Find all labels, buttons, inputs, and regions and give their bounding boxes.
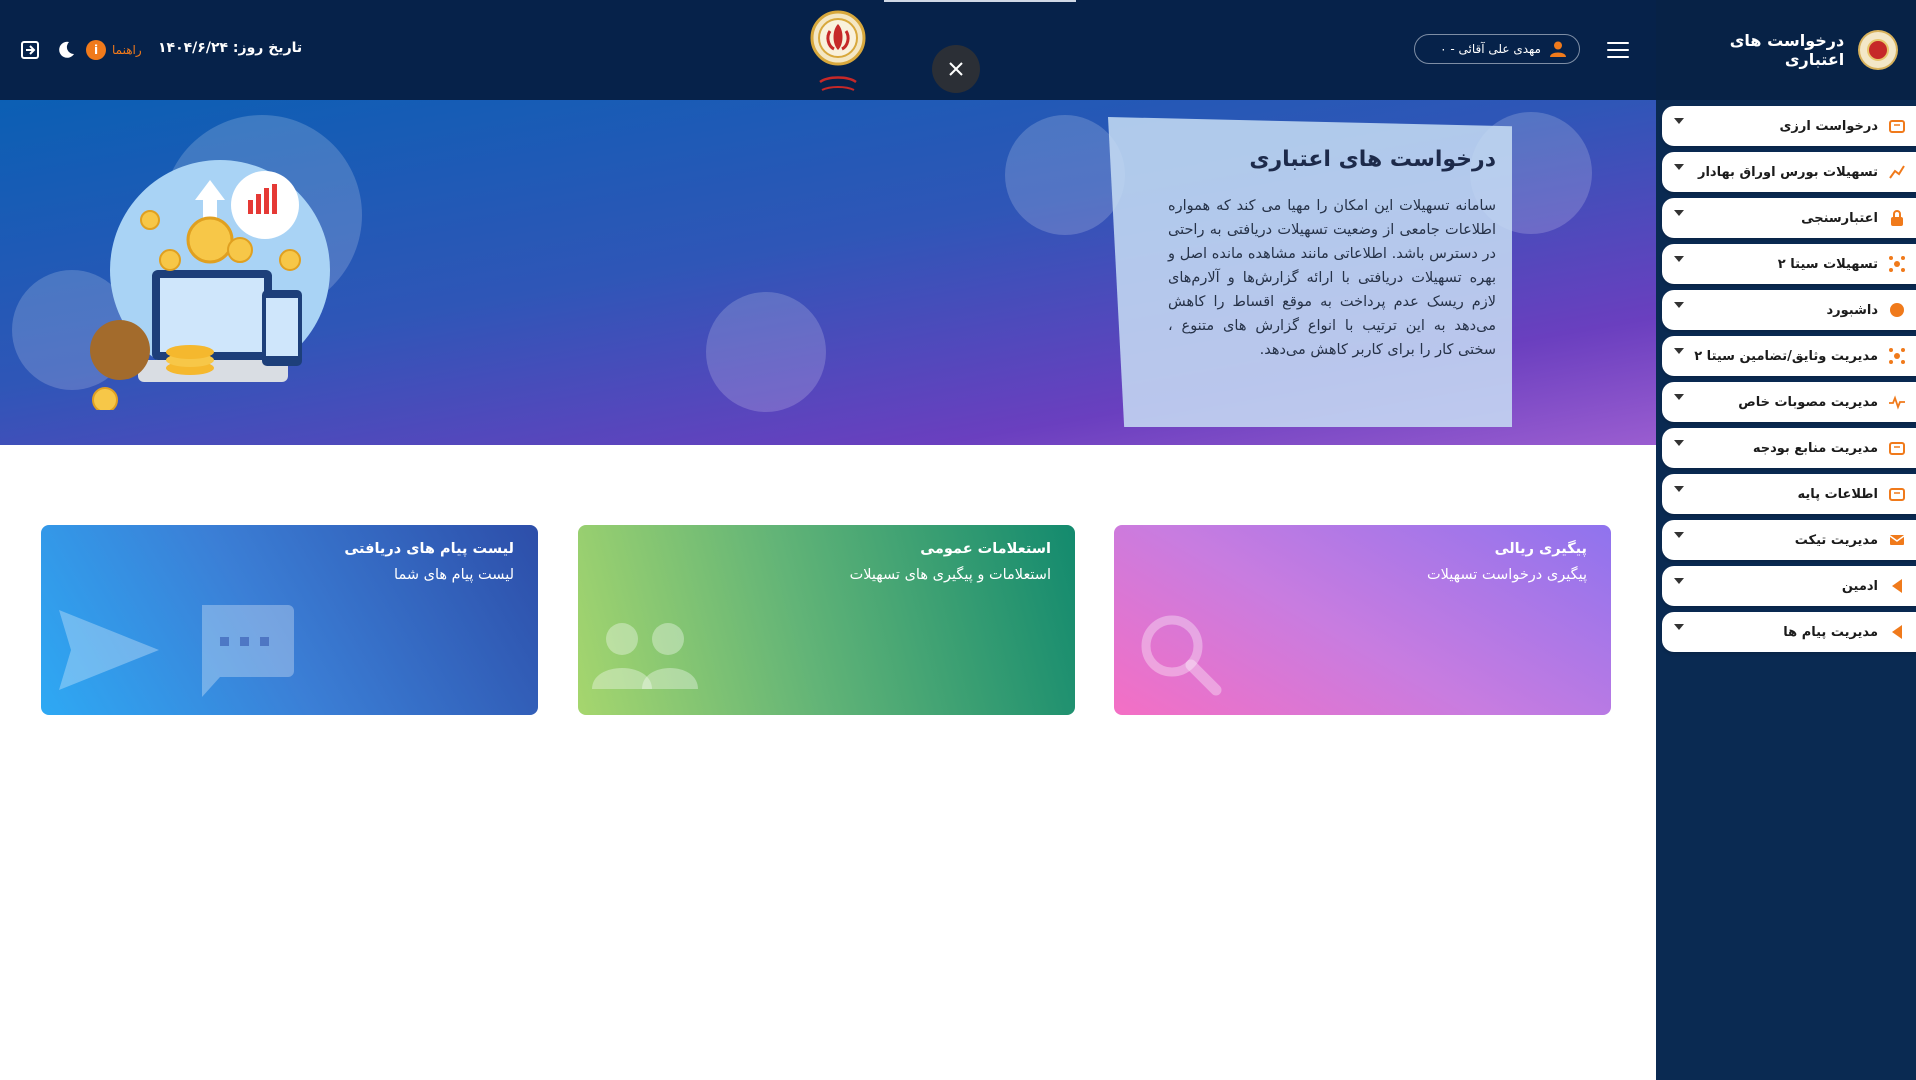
info-icon: i <box>86 40 106 60</box>
ticket-icon <box>1889 535 1905 545</box>
date-value: ۱۴۰۴/۶/۲۴ <box>158 40 229 56</box>
chevron-down-icon[interactable] <box>1674 394 1684 400</box>
network-icon <box>1889 348 1905 364</box>
sidebar-item-message-management[interactable]: مدیریت پیام ها <box>1662 612 1916 652</box>
bank-logo-icon <box>810 10 866 91</box>
sidebar-item-stock-facilities[interactable]: تسهیلات بورس اوراق بهادار <box>1662 152 1916 192</box>
sidebar-item-label: داشبورد <box>1826 302 1878 318</box>
search-icon <box>1141 615 1222 696</box>
chevron-down-icon[interactable] <box>1674 118 1684 124</box>
sidebar-item-sita-facilities[interactable]: تسهیلات سیتا ۲ <box>1662 244 1916 284</box>
sidebar-title: درخواست های اعتباری <box>1729 31 1845 69</box>
chevron-down-icon[interactable] <box>1674 164 1684 170</box>
sidebar-item-credit-scoring[interactable]: اعتبارسنجی <box>1662 198 1916 238</box>
sidebar-item-currency-request[interactable]: درخواست ارزی <box>1662 106 1916 146</box>
sidebar-item-ticket-management[interactable]: مدیریت تیکت <box>1662 520 1916 560</box>
sidebar-item-label: مدیریت مصوبات خاص <box>1738 394 1878 410</box>
dot-icon <box>1890 303 1904 317</box>
sidebar-item-label: مدیریت تیکت <box>1794 532 1878 548</box>
hero-title: درخواست های اعتباری <box>1249 147 1496 172</box>
card-subtitle: استعلامات و پیگیری های تسهیلات <box>849 567 1051 583</box>
loading-strip <box>884 0 1076 2</box>
chevron-down-icon[interactable] <box>1674 210 1684 216</box>
chevron-down-icon[interactable] <box>1674 440 1684 446</box>
sidebar: درخواست های اعتباری درخواست ارزی تسهیلات… <box>1656 0 1916 1080</box>
hero-banner: درخواست های اعتباری سامانه تسهیلات این ا… <box>0 100 1656 445</box>
network-icon <box>1889 256 1905 272</box>
users-icon <box>592 623 698 689</box>
sidebar-item-base-info[interactable]: اطلاعات پایه <box>1662 474 1916 514</box>
send-icon <box>59 610 159 690</box>
sidebar-item-collateral-management[interactable]: مدیریت وثایق/تضامین سیتا ۲ <box>1662 336 1916 376</box>
coins-icon <box>1889 488 1905 501</box>
hero-description: سامانه تسهیلات این امکان را مهیا می کند … <box>1168 198 1496 358</box>
chevron-down-icon[interactable] <box>1674 348 1684 354</box>
chevron-down-icon[interactable] <box>1674 256 1684 262</box>
hero-info-card: درخواست های اعتباری سامانه تسهیلات این ا… <box>1108 117 1512 427</box>
decor-circle <box>1005 115 1125 235</box>
sidebar-item-special-approvals[interactable]: مدیریت مصوبات خاص <box>1662 382 1916 422</box>
coins-icon <box>1889 120 1905 133</box>
chevron-down-icon[interactable] <box>1674 302 1684 308</box>
sidebar-item-label: ادمین <box>1841 578 1878 594</box>
sidebar-item-label: مدیریت وثایق/تضامین سیتا ۲ <box>1694 348 1878 364</box>
user-profile-button[interactable]: مهدی علی آقائی - ۰ <box>1414 34 1580 64</box>
sidebar-header: درخواست های اعتباری <box>1656 0 1916 100</box>
close-button[interactable] <box>932 45 980 93</box>
card-title: استعلامات عمومی <box>920 541 1051 557</box>
decor-circle <box>706 292 826 412</box>
sidebar-menu: درخواست ارزی تسهیلات بورس اوراق بهادار ا… <box>1656 100 1916 652</box>
chevron-down-icon[interactable] <box>1674 624 1684 630</box>
close-icon <box>949 62 963 76</box>
coins-icon <box>1889 442 1905 455</box>
date-label: تاریخ روز: <box>232 40 303 56</box>
sidebar-item-budget-resources[interactable]: مدیریت منابع بودجه <box>1662 428 1916 468</box>
chart-icon <box>1889 165 1905 179</box>
pulse-icon <box>1889 395 1905 410</box>
triangle-icon <box>1892 625 1902 639</box>
user-name: مهدی علی آقائی - ۰ <box>1440 42 1541 56</box>
card-subtitle: لیست پیام های شما <box>394 567 514 583</box>
sidebar-item-label: تسهیلات بورس اوراق بهادار <box>1697 164 1878 180</box>
chat-icon <box>202 605 294 697</box>
card-title: پیگیری ریالی <box>1494 541 1587 557</box>
sidebar-item-admin[interactable]: ادمین <box>1662 566 1916 606</box>
sidebar-item-label: مدیریت پیام ها <box>1783 624 1878 640</box>
chevron-down-icon[interactable] <box>1674 486 1684 492</box>
card-received-messages[interactable]: لیست پیام های دریافتی لیست پیام های شما <box>41 525 538 715</box>
moon-icon[interactable] <box>56 40 76 60</box>
card-subtitle: پیگیری درخواست تسهیلات <box>1426 567 1587 583</box>
top-bar: i راهنما تاریخ روز: ۱۴۰۴/۶/۲۴ مهدی علی آ… <box>0 0 1656 100</box>
sidebar-item-label: تسهیلات سیتا ۲ <box>1777 256 1878 272</box>
sidebar-item-label: مدیریت منابع بودجه <box>1752 440 1878 456</box>
chevron-down-icon[interactable] <box>1674 532 1684 538</box>
bank-logo-icon <box>1858 30 1898 70</box>
card-title: لیست پیام های دریافتی <box>344 541 514 557</box>
triangle-icon <box>1892 579 1902 593</box>
sidebar-item-label: اطلاعات پایه <box>1797 486 1878 502</box>
lock-icon <box>1891 210 1903 226</box>
help-label: راهنما <box>112 43 142 57</box>
card-rial-tracking[interactable]: پیگیری ریالی پیگیری درخواست تسهیلات <box>1114 525 1611 715</box>
finance-illustration-icon <box>90 160 330 410</box>
user-icon <box>1550 41 1566 57</box>
date-display: تاریخ روز: ۱۴۰۴/۶/۲۴ <box>158 40 302 56</box>
hamburger-menu-icon[interactable] <box>1607 42 1629 58</box>
help-link[interactable]: i راهنما <box>86 40 142 60</box>
sidebar-item-label: درخواست ارزی <box>1779 118 1878 134</box>
sidebar-item-dashboard[interactable]: داشبورد <box>1662 290 1916 330</box>
chevron-down-icon[interactable] <box>1674 578 1684 584</box>
logout-icon[interactable] <box>20 40 40 60</box>
card-general-inquiries[interactable]: استعلامات عمومی استعلامات و پیگیری های ت… <box>578 525 1075 715</box>
sidebar-item-label: اعتبارسنجی <box>1801 210 1878 226</box>
